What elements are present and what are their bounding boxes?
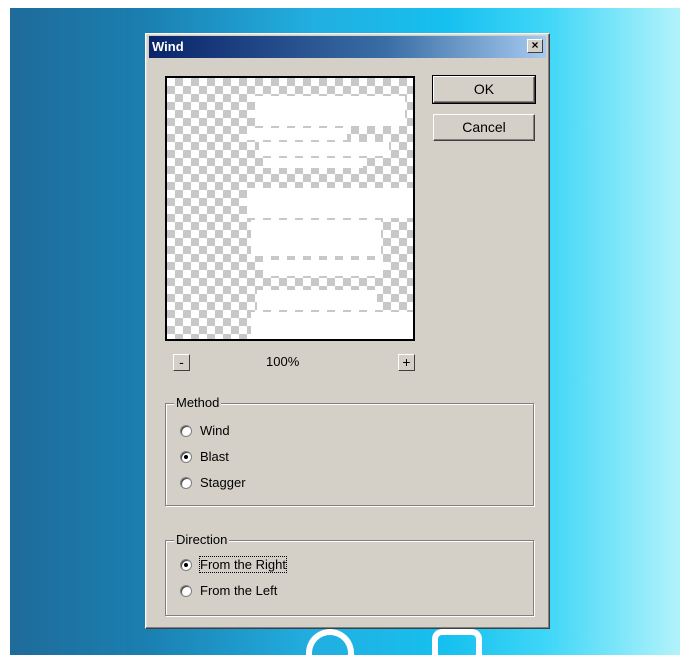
radio-button[interactable]	[180, 451, 192, 463]
radio-label: From the Left	[200, 583, 278, 598]
preview-streak	[247, 128, 347, 140]
direction-group: Direction From the Right From the Left	[165, 532, 534, 616]
radio-button[interactable]	[180, 477, 192, 489]
preview-streak	[257, 290, 377, 310]
title-bar[interactable]: Wind ×	[149, 36, 546, 58]
method-group-label: Method	[174, 395, 222, 410]
preview-streak	[251, 220, 381, 256]
preview-streak	[251, 312, 413, 339]
radio-label: Blast	[200, 449, 229, 464]
cancel-button[interactable]: Cancel	[433, 114, 535, 141]
background-glyph	[432, 629, 482, 655]
filter-preview[interactable]	[165, 76, 415, 341]
preview-streak	[263, 260, 383, 276]
radio-button[interactable]	[180, 585, 192, 597]
zoom-level: 100%	[266, 354, 300, 369]
wind-dialog: Wind × OK Cancel - 100% + Method Wind Bl…	[145, 33, 550, 629]
radio-label: From the Right	[199, 556, 287, 573]
plus-icon[interactable]: +	[398, 354, 415, 371]
preview-streak	[255, 96, 405, 126]
preview-streak	[259, 142, 389, 156]
method-group: Method Wind Blast Stagger	[165, 395, 534, 506]
ok-button[interactable]: OK	[432, 75, 536, 104]
close-icon[interactable]: ×	[527, 39, 543, 53]
radio-label: Stagger	[200, 475, 246, 490]
minus-icon[interactable]: -	[173, 354, 190, 371]
direction-group-label: Direction	[174, 532, 230, 547]
radio-label: Wind	[200, 423, 230, 438]
background-glyph	[306, 629, 354, 655]
dialog-title: Wind	[152, 39, 184, 54]
radio-button[interactable]	[180, 559, 192, 571]
preview-streak	[263, 158, 363, 168]
preview-streak	[247, 188, 413, 218]
radio-button[interactable]	[180, 425, 192, 437]
